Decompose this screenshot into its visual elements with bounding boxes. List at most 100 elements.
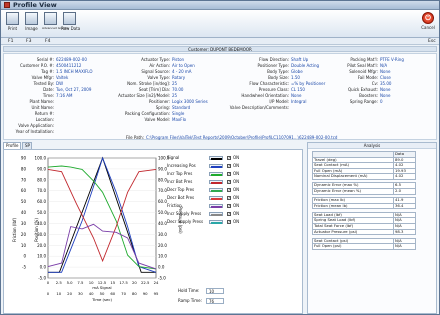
legend-swatch[interactable] xyxy=(209,180,223,184)
legend-item: Incr Top Pres ✓ ON xyxy=(167,170,257,178)
legend-checkbox[interactable]: ✓ xyxy=(227,180,231,184)
friction-tick-label: 40 xyxy=(21,210,27,215)
app-icon xyxy=(4,2,10,8)
legend-state: ON xyxy=(233,171,240,176)
table-row: Nominal Displacement (mA) 4.02 xyxy=(312,173,416,180)
info-label: Valve Description/Comments: xyxy=(229,105,289,110)
y-tick-label: 0.0 xyxy=(40,265,47,270)
info-column-2: Actuator Type: Piston Air Action: Air to Op… xyxy=(104,57,208,123)
legend-label: Friction xyxy=(167,203,182,208)
legend-item: Friction ✓ ON xyxy=(167,202,257,210)
pressure-tick-label: 10.0 xyxy=(158,254,167,259)
hold-time-label: Hold Time: xyxy=(178,288,200,293)
legend-swatch[interactable] xyxy=(209,156,223,160)
raw-data-button[interactable]: Raw Data xyxy=(61,12,81,35)
legend-checkbox[interactable]: ✓ xyxy=(227,188,231,192)
legend-state: ON xyxy=(233,195,240,200)
cancel-button[interactable]: ⏻ Cancel xyxy=(421,12,435,36)
ramp-time-row: Ramp Time: 76 xyxy=(178,298,258,304)
friction-tick-label: 10 xyxy=(21,243,27,248)
legend-checkbox[interactable]: ✓ xyxy=(227,172,231,176)
friction-tick-label: 60 xyxy=(21,188,27,193)
friction-tick-label: -5 xyxy=(22,265,26,270)
legend-label: Decr Supply Press xyxy=(167,219,204,224)
legend-checkbox[interactable]: ✓ xyxy=(227,164,231,168)
x-ma-tick-label: 24 xyxy=(154,280,159,285)
pressure-tick-label: 30.0 xyxy=(158,232,167,237)
raw-data-label: Raw Data xyxy=(61,26,81,31)
ma-axis-label: mA Signal xyxy=(92,285,111,290)
y-tick-label: 70.0 xyxy=(37,188,46,193)
analysis-table: Data Travel (deg) 89.0 Seat Contact (mA) 4.0… xyxy=(312,151,416,250)
analysis-title: Analysis xyxy=(308,143,436,149)
f1-key: F1 xyxy=(8,39,14,44)
title-bar: Profile View xyxy=(1,1,439,10)
print-button[interactable]: Print xyxy=(4,12,21,35)
time-axis-label: Time (sec) xyxy=(91,297,112,302)
y-tick-label: 60.0 xyxy=(37,199,46,204)
x-time-tick-label: 90 xyxy=(143,291,148,296)
function-key-bar: F1 F3 F4 Esc xyxy=(1,38,439,45)
legend-checkbox[interactable]: ✓ xyxy=(227,212,231,216)
profile-chart-panel: 100.0 90 100.0 90.0 80 90.0 80.0 70 80.0 70.0 60 70… xyxy=(3,149,303,314)
legend-checkbox[interactable]: ✓ xyxy=(227,196,231,200)
data-icon xyxy=(63,12,76,25)
file-path-label: File Path: xyxy=(125,135,144,140)
graph-icon xyxy=(44,12,57,25)
legend-swatch[interactable] xyxy=(209,204,223,208)
legend-swatch[interactable] xyxy=(209,212,223,216)
legend-label: Signal xyxy=(167,155,180,160)
f3-key: F3 xyxy=(26,39,32,44)
valve-info-panel: Serial #: 622489-002-00 Customer P.O. #: 45… xyxy=(3,53,437,140)
legend-checkbox[interactable]: ✓ xyxy=(227,220,231,224)
analysis-panel: Analysis Data Travel (deg) 89.0 Seat Contac… xyxy=(307,142,437,314)
legend-swatch[interactable] xyxy=(209,196,223,200)
y-tick-label: 100.0 xyxy=(35,156,47,161)
legend-state: ON xyxy=(233,163,240,168)
legend-state: ON xyxy=(233,203,240,208)
legend-swatch[interactable] xyxy=(209,188,223,192)
print-icon xyxy=(6,12,19,25)
advanced-graphs-label: Advanced Graphs xyxy=(42,26,69,30)
profile-chart: 100.090 100.090.080 90.080.070 80.070.060 70… xyxy=(12,156,183,303)
pressure-tick-label: 50.0 xyxy=(158,210,167,215)
info-value: Integral xyxy=(291,99,307,104)
table-row: Full Open (psi) N/A xyxy=(312,243,416,250)
legend-swatch[interactable] xyxy=(209,220,223,224)
row-label: Full Open (psi) xyxy=(312,243,394,250)
x-ma-tick-label: 22.5 xyxy=(141,280,150,285)
info-row: Valve Description/Comments: xyxy=(229,105,325,111)
tab-sp[interactable]: SP xyxy=(22,142,32,149)
pressure-tick-label: -5.0 xyxy=(158,276,166,281)
legend-swatch[interactable] xyxy=(209,172,223,176)
info-row: Valve Model: MaxFlo xyxy=(104,117,208,123)
legend-swatch[interactable] xyxy=(209,164,223,168)
info-column-1: Serial #: 622489-002-00 Customer P.O. #: 45… xyxy=(6,57,93,135)
toolbar: Print Image Advanced Graphs Raw Data ⏻ C… xyxy=(1,10,439,38)
x-time-tick-label: 70 xyxy=(121,291,126,296)
pressure-tick-label: 80.0 xyxy=(158,177,167,182)
image-button[interactable]: Image xyxy=(23,12,40,35)
info-value: MaxFlo xyxy=(172,117,187,122)
legend-label: Increasing Pos xyxy=(167,163,196,168)
legend-checkbox[interactable]: ✓ xyxy=(227,204,231,208)
esc-key: Esc xyxy=(428,39,436,44)
info-value: 0 xyxy=(380,99,383,104)
window-title: Profile View xyxy=(13,1,57,9)
profile-view-window: Profile View Print Image Advanced Graphs… xyxy=(0,0,440,315)
y-tick-label: -5.0 xyxy=(38,276,46,281)
chart-legend: Signal ✓ ON Increasing Pos ✓ ON Incr Top Pres ✓… xyxy=(167,154,257,226)
legend-label: Decr Bot Pres xyxy=(167,195,195,200)
tab-profile[interactable]: Profile xyxy=(3,142,21,149)
legend-checkbox[interactable]: ✓ xyxy=(227,156,231,160)
legend-item: Decr Bot Pres ✓ ON xyxy=(167,194,257,202)
x-time-tick-label: 20 xyxy=(67,291,72,296)
legend-item: Incr Supply Press ✓ ON xyxy=(167,210,257,218)
pressure-tick-label: 20.0 xyxy=(158,243,167,248)
legend-label: Incr Supply Press xyxy=(167,211,202,216)
advanced-graphs-button[interactable]: Advanced Graphs xyxy=(42,12,69,35)
position-axis-label: Position (%) xyxy=(34,218,39,242)
info-label: Valve Model: xyxy=(144,117,170,122)
file-path-row: File Path: C:\Program Files\ValTek\Test R… xyxy=(4,135,438,140)
legend-label: Incr Top Pres xyxy=(167,171,193,176)
